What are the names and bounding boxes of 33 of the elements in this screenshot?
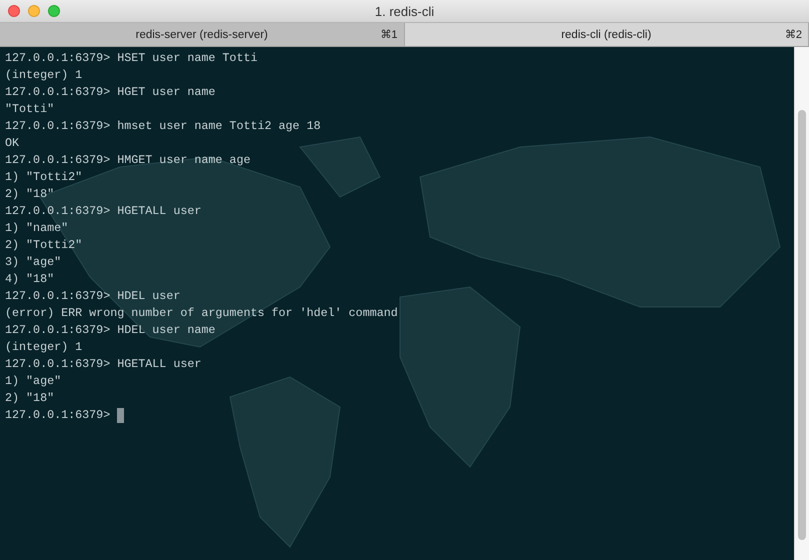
terminal-line: 127.0.0.1:6379> HGETALL user (5, 356, 202, 373)
terminal-line: 1) "name" (5, 220, 68, 237)
terminal-tab[interactable]: redis-server (redis-server) ⌘1 (0, 23, 404, 46)
terminal-line: (integer) 1 (5, 339, 82, 356)
terminal-line: 127.0.0.1:6379> HGET user name (5, 84, 216, 101)
close-button[interactable] (8, 5, 20, 17)
minimize-button[interactable] (28, 5, 40, 17)
scrollbar[interactable] (794, 47, 809, 560)
terminal-line: 127.0.0.1:6379> HMGET user name age (5, 152, 250, 169)
zoom-button[interactable] (48, 5, 60, 17)
scrollbar-thumb[interactable] (798, 110, 806, 540)
terminal-line: (error) ERR wrong number of arguments for 'hdel' command (5, 305, 398, 322)
text-cursor (117, 408, 124, 423)
terminal-line: OK (5, 135, 20, 152)
terminal-line: 3) "age" (5, 254, 62, 271)
terminal-line: (integer) 1 (5, 67, 82, 84)
terminal-tab[interactable]: redis-cli (redis-cli) ⌘2 (404, 23, 809, 46)
terminal-line: 127.0.0.1:6379> hmset user name Totti2 age 18 (5, 118, 321, 135)
terminal-line: 127.0.0.1:6379> HDEL user (5, 288, 180, 305)
terminal-line: 1) "Totti2" (5, 169, 82, 186)
tab-shortcut: ⌘2 (784, 28, 802, 41)
terminal-line: 2) "18" (5, 390, 54, 407)
terminal-line: "Totti" (5, 101, 54, 118)
terminal-line: 127.0.0.1:6379> HGETALL user (5, 203, 202, 220)
terminal-line: 127.0.0.1:6379> HDEL user name (5, 322, 216, 339)
terminal-prompt: 127.0.0.1:6379> (5, 407, 110, 424)
terminal-line: 127.0.0.1:6379> HSET user name Totti (5, 50, 258, 67)
terminal-line: 2) "Totti2" (5, 237, 82, 254)
tab-shortcut: ⌘1 (380, 28, 398, 41)
terminal-line: 1) "age" (5, 373, 62, 390)
window-title: 1. redis-cli (374, 4, 434, 18)
terminal-line: 4) "18" (5, 271, 54, 288)
terminal-line: 2) "18" (5, 186, 54, 203)
